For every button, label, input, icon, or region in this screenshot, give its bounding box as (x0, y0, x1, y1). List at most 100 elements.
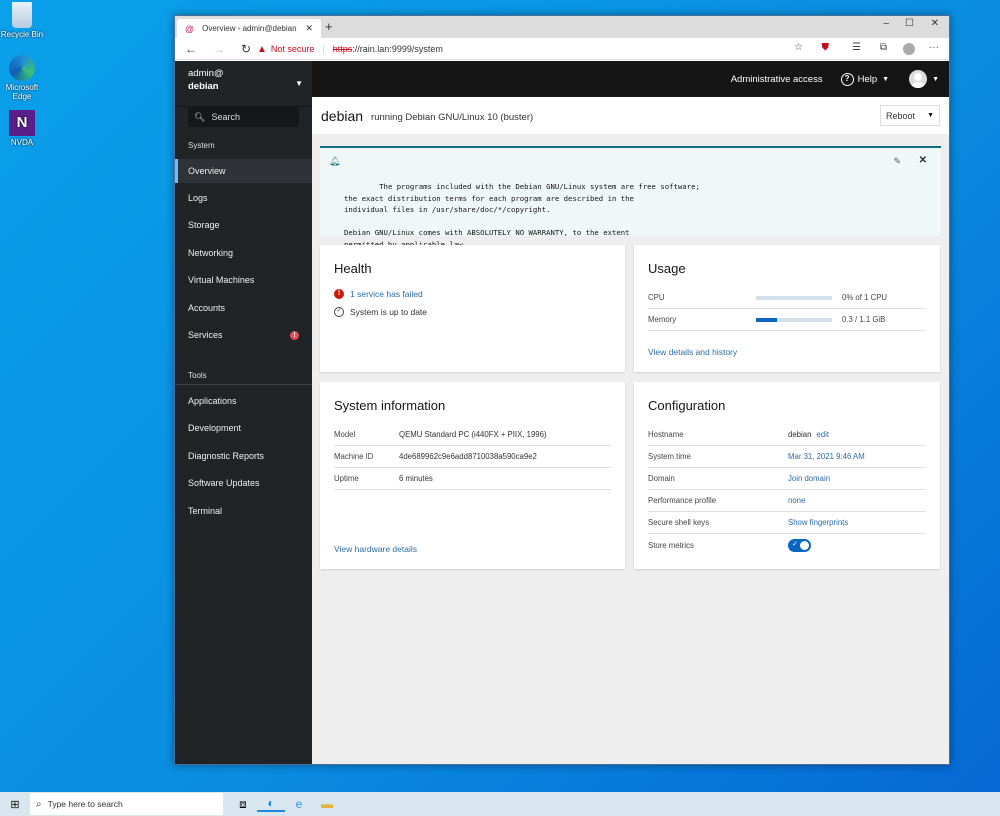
view-hardware-details-link[interactable]: View hardware details (334, 544, 417, 554)
sysinfo-row: Uptime 6 minutes (334, 468, 611, 490)
maximize-button[interactable]: ☐ (905, 18, 914, 29)
show-fingerprints-link[interactable]: Show fingerprints (788, 518, 848, 527)
sidebar-item-label: Software Updates (188, 478, 260, 488)
sysinfo-key: Uptime (334, 474, 359, 483)
edge-taskbar-icon[interactable]: ◐ (257, 796, 285, 812)
sidebar-item-development[interactable]: Development (175, 416, 312, 440)
minimize-button[interactable]: – (883, 18, 889, 29)
internet-explorer-icon[interactable]: e (285, 797, 313, 811)
configuration-card: Configuration Hostname debian edit Syste… (634, 382, 940, 569)
sidebar-item-overview[interactable]: Overview (175, 159, 312, 183)
card-title: Configuration (648, 398, 726, 413)
edit-hostname-link[interactable]: edit (816, 430, 829, 439)
usage-card: Usage CPU 0% of 1 CPU Memory 0.3 / 1.1 G… (634, 245, 940, 372)
sysinfo-value: QEMU Standard PC (i440FX + PIIX, 1996) (399, 430, 547, 439)
memory-usage-fill (756, 318, 777, 322)
ublock-shield-icon[interactable]: ⛊ (822, 42, 830, 53)
check-icon: ✓ (792, 540, 798, 548)
edit-motd-icon[interactable]: ✎ (893, 156, 901, 168)
error-badge-icon: ! (290, 330, 299, 340)
performance-profile-link[interactable]: none (788, 496, 805, 505)
profile-icon[interactable] (903, 43, 915, 55)
failed-services-link[interactable]: 1 service has failed (350, 289, 423, 299)
close-motd-icon[interactable]: ✕ (919, 155, 927, 167)
sidebar-item-virtual-machines[interactable]: Virtual Machines (175, 268, 312, 292)
close-window-button[interactable]: ✕ (931, 18, 939, 29)
favorite-star-icon[interactable]: ☆ (794, 42, 803, 53)
host-name: debian (188, 81, 219, 92)
sidebar-item-software-updates[interactable]: Software Updates (175, 471, 312, 495)
help-label: Help (857, 73, 878, 85)
edge-icon (9, 55, 35, 81)
card-title: Health (334, 261, 372, 276)
url-field[interactable]: ▲ Not secure | https ://rain.lan:9999/sy… (257, 40, 807, 58)
sysinfo-value: 6 minutes (399, 474, 433, 483)
sidebar: admin@ debian ▼ 🔍︎ Search System Overvie… (175, 61, 312, 764)
desktop-icon-nvda[interactable]: N NVDA (0, 110, 44, 147)
system-time-link[interactable]: Mar 31, 2021 9:46 AM (788, 452, 865, 461)
sidebar-search-input[interactable]: 🔍︎ Search (188, 107, 299, 127)
file-explorer-icon[interactable]: ▬ (313, 797, 341, 811)
security-label[interactable]: Not secure (271, 44, 315, 54)
sidebar-item-label: Terminal (188, 506, 223, 516)
help-menu[interactable]: ? Help ▼ (840, 72, 889, 86)
sidebar-item-logs[interactable]: Logs (175, 186, 312, 210)
sidebar-item-label: Overview (188, 166, 226, 176)
more-menu-icon[interactable]: ··· (929, 42, 939, 53)
sidebar-item-networking[interactable]: Networking (175, 241, 312, 265)
desktop-icon-recycle-bin[interactable]: Recycle Bin (0, 2, 44, 39)
sysinfo-value: 4de689962c9e6add8710038a590ca9e2 (399, 452, 537, 461)
failed-services-line: ! 1 service has failed (334, 289, 423, 299)
config-key: Performance profile (648, 496, 717, 505)
health-card: Health ! 1 service has failed ✓ System i… (320, 245, 625, 372)
forward-button[interactable]: → (213, 42, 231, 56)
browser-window: @ Overview - admin@debian ✕ + – ☐ ✕ ← → … (174, 15, 950, 765)
tab-close-icon[interactable]: ✕ (305, 23, 313, 34)
caret-down-icon[interactable]: ▼ (932, 76, 939, 83)
reboot-button[interactable]: Reboot (881, 111, 922, 121)
collections-icon[interactable]: ⧉ (880, 42, 887, 53)
back-button[interactable]: ← (185, 42, 203, 56)
section-label-tools: Tools (188, 371, 207, 380)
nvda-icon: N (9, 110, 35, 136)
task-view-icon[interactable]: ⧈ (229, 797, 257, 812)
search-placeholder: Search (211, 112, 240, 122)
sidebar-item-storage[interactable]: Storage (175, 213, 312, 237)
config-key: Hostname (648, 430, 684, 439)
store-metrics-toggle[interactable]: ✓ (788, 538, 811, 552)
taskbar: ⊞ ⌕ Type here to search ⧈ ◐ e ▬ (0, 792, 1000, 816)
host-switcher[interactable]: admin@ debian ▼ (175, 61, 312, 107)
memory-value: 0.3 / 1.1 GiB (842, 315, 886, 324)
sidebar-item-services[interactable]: Services ! (175, 323, 312, 347)
administrative-access-button[interactable]: Administrative access (731, 74, 823, 85)
join-domain-link[interactable]: Join domain (788, 474, 830, 483)
new-tab-button[interactable]: + (325, 19, 333, 34)
help-icon: ? (840, 72, 854, 86)
sidebar-item-accounts[interactable]: Accounts (175, 296, 312, 320)
sidebar-item-applications[interactable]: Applications (175, 389, 312, 413)
desktop-icon-label: Microsoft Edge (5, 83, 39, 101)
hostname-value: debian (788, 430, 812, 439)
sidebar-item-terminal[interactable]: Terminal (175, 499, 312, 523)
main-content: Administrative access ? Help ▼ ▼ debian … (312, 61, 949, 764)
caret-down-icon[interactable]: ▼ (922, 112, 939, 119)
sysinfo-key: Machine ID (334, 452, 374, 461)
page-title-bar: debian running Debian GNU/Linux 10 (bust… (312, 97, 949, 134)
url-scheme: https (332, 44, 353, 54)
os-description: running Debian GNU/Linux 10 (buster) (371, 111, 534, 123)
view-details-link[interactable]: View details and history (648, 347, 737, 357)
browser-tab[interactable]: @ Overview - admin@debian ✕ (177, 19, 321, 38)
system-information-card: System information Model QEMU Standard P… (320, 382, 625, 569)
favorites-list-icon[interactable]: ☰ (852, 42, 861, 53)
motd-alert: 🔔︎ The programs included with the Debian… (320, 146, 941, 249)
sidebar-item-label: Applications (188, 396, 237, 406)
desktop-icon-edge[interactable]: Microsoft Edge (0, 55, 44, 101)
taskbar-search-input[interactable]: ⌕ Type here to search (30, 793, 223, 815)
tab-title: Overview - admin@debian (202, 24, 297, 33)
user-avatar-icon[interactable] (909, 70, 928, 88)
section-label-system: System (188, 141, 215, 150)
sidebar-item-diagnostic-reports[interactable]: Diagnostic Reports (175, 444, 312, 468)
config-key: Secure shell keys (648, 518, 710, 527)
windows-start-icon[interactable]: ⊞ (0, 798, 30, 811)
reboot-dropdown[interactable]: Reboot ▼ (880, 105, 940, 126)
